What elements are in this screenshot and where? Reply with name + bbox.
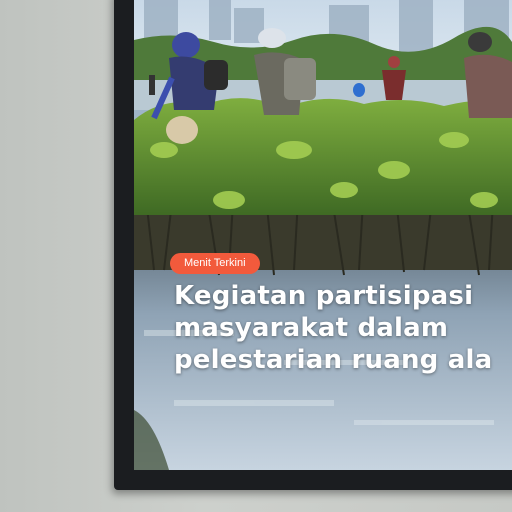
headline-line: masyarakat dalam (174, 313, 449, 343)
headline-line: pelestarian ruang ala (174, 345, 493, 375)
headline-line: Kegiatan partisipasi (174, 281, 474, 311)
mangrove-scene-image (134, 0, 512, 470)
tv-screen: Menit Terkini Kegiatan partisipasi masya… (134, 0, 512, 470)
breaking-news-badge: Menit Terkini (170, 253, 260, 274)
news-headline[interactable]: Kegiatan partisipasi masyarakat dalam pe… (174, 280, 512, 376)
